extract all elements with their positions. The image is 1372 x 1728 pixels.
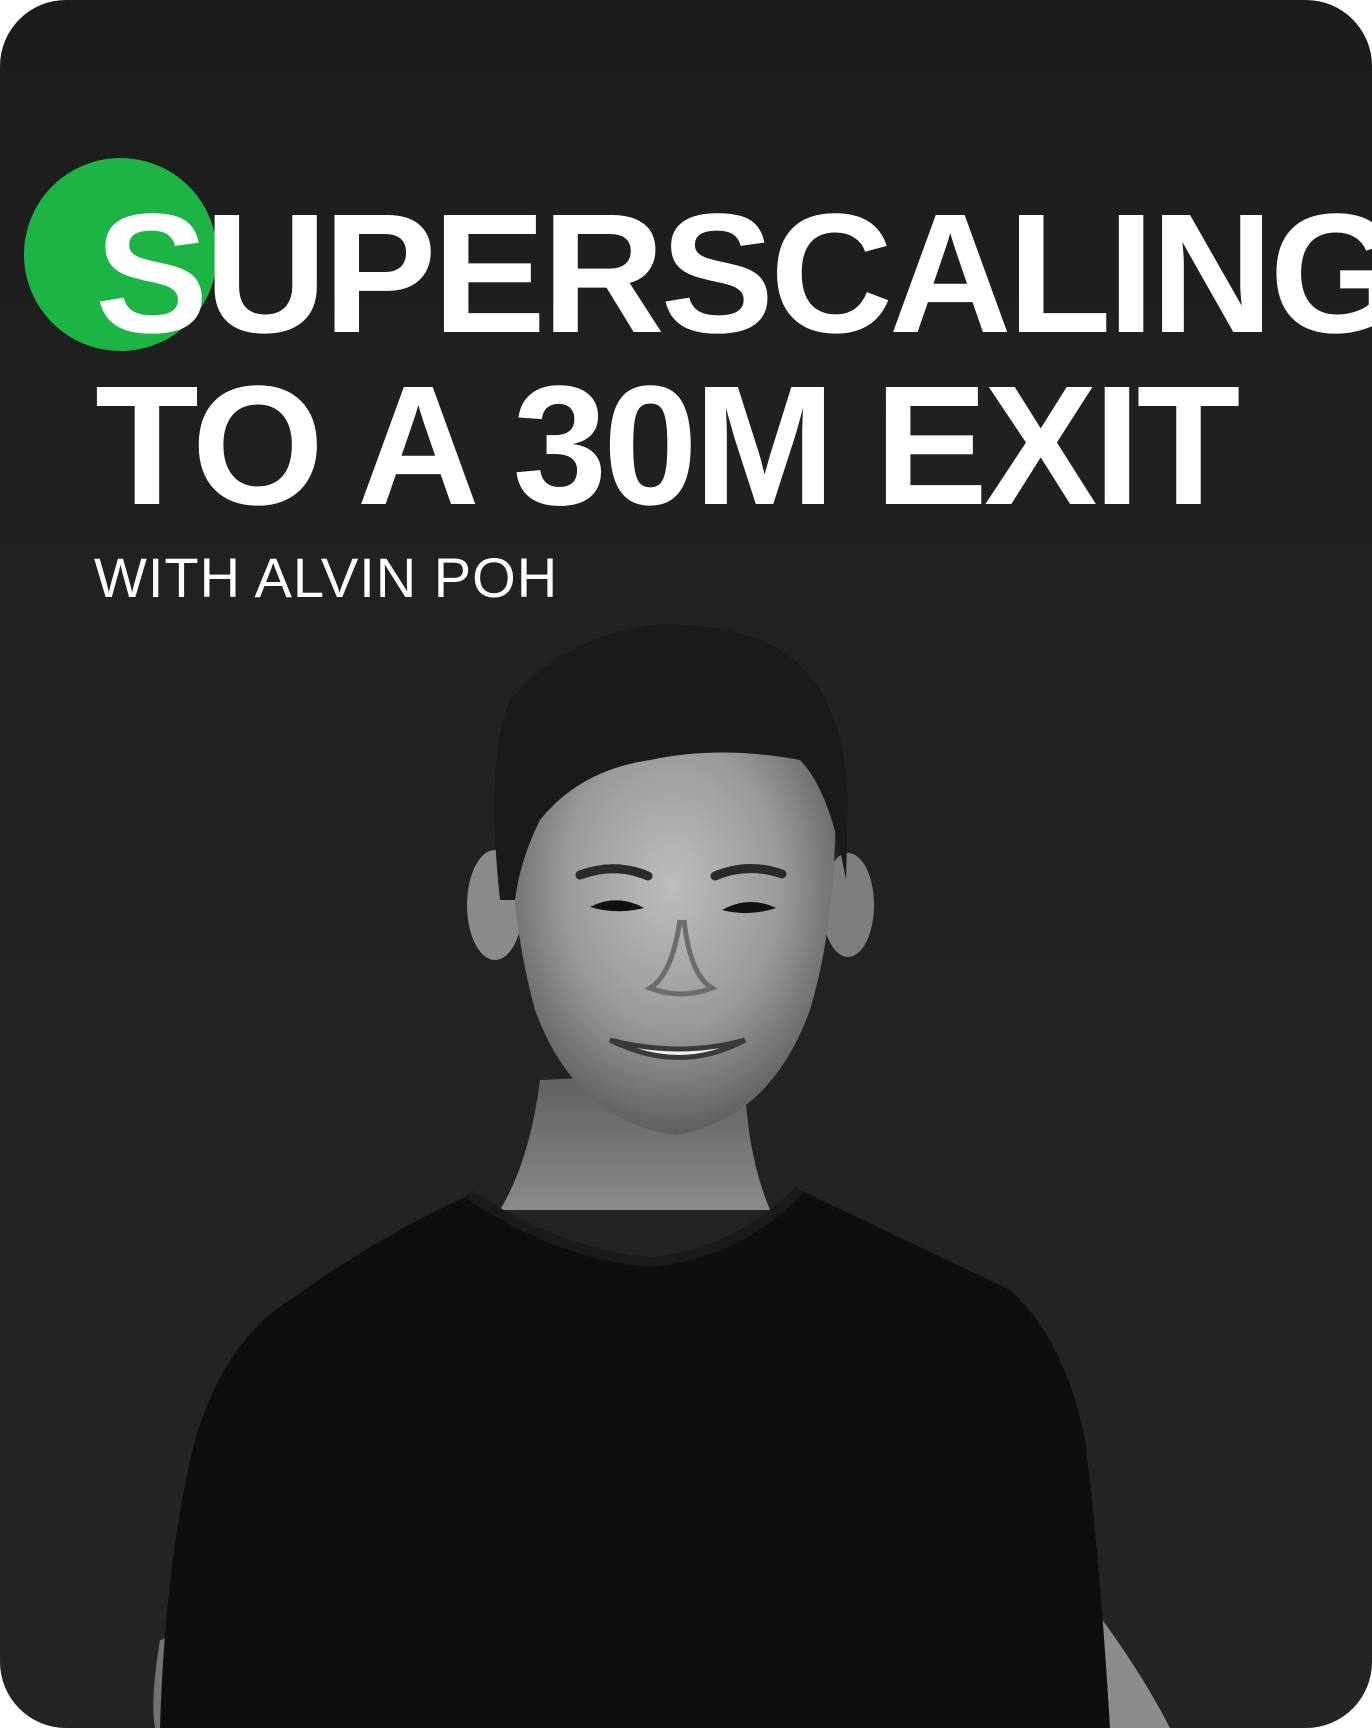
page-title: SUPERSCALING TO A 30M EXIT xyxy=(95,188,1372,532)
cover-card: SUPERSCALING TO A 30M EXIT WITH ALVIN PO… xyxy=(0,0,1372,1728)
person-portrait-icon xyxy=(153,624,1170,1728)
t-shirt xyxy=(160,1190,1110,1728)
title-line-1: SUPERSCALING xyxy=(95,179,1372,369)
title-line-2: TO A 30M EXIT xyxy=(95,351,1240,541)
